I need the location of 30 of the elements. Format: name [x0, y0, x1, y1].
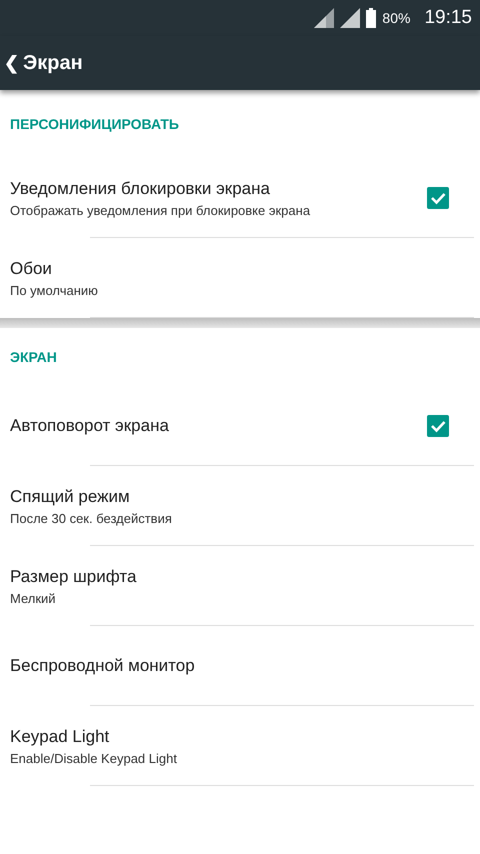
section-header: ПЕРСОНИФИЦИРОВАТЬ	[10, 116, 179, 132]
item-title: Беспроводной монитор	[10, 656, 196, 676]
item-title: Автоповорот экрана	[10, 416, 170, 436]
item-summary: После 30 сек. бездействия	[10, 510, 173, 526]
item-summary: Отображать уведомления при блокировке экрана	[10, 202, 312, 218]
settings-item[interactable]: Размер шрифта Мелкий	[0, 546, 480, 626]
battery-icon	[366, 8, 376, 28]
section-header: ЭКРАН	[10, 349, 57, 365]
checkbox[interactable]	[427, 415, 449, 437]
item-summary: Enable/Disable Keypad Light	[10, 750, 178, 766]
settings-item[interactable]: Уведомления блокировки экрана Отображать уведомления при блокировке экрана	[0, 158, 480, 238]
item-summary: Мелкий	[10, 590, 57, 606]
screen-title: Экран	[23, 52, 83, 74]
settings-item[interactable]: Автоповорот экрана	[0, 386, 480, 466]
back-button[interactable]: ❮	[0, 52, 23, 74]
item-summary: По умолчанию	[10, 282, 99, 298]
item-title: Keypad Light	[10, 726, 110, 746]
battery-percent: 80%	[382, 10, 410, 26]
settings-item[interactable]: Keypad Light Enable/Disable Keypad Light	[0, 706, 480, 786]
item-title: Размер шрифта	[10, 566, 138, 586]
item-title: Уведомления блокировки экрана	[10, 178, 271, 198]
settings-item[interactable]: Беспроводной монитор	[0, 626, 480, 706]
settings-item[interactable]: Спящий режим После 30 сек. бездействия	[0, 466, 480, 546]
signal-icon	[340, 8, 360, 28]
clock-time: 19:15	[424, 7, 472, 29]
item-title: Обои	[10, 258, 53, 278]
signal-icon	[314, 8, 334, 28]
item-title: Спящий режим	[10, 486, 131, 506]
checkbox[interactable]	[427, 187, 449, 209]
settings-item[interactable]: Обои По умолчанию	[0, 238, 480, 318]
